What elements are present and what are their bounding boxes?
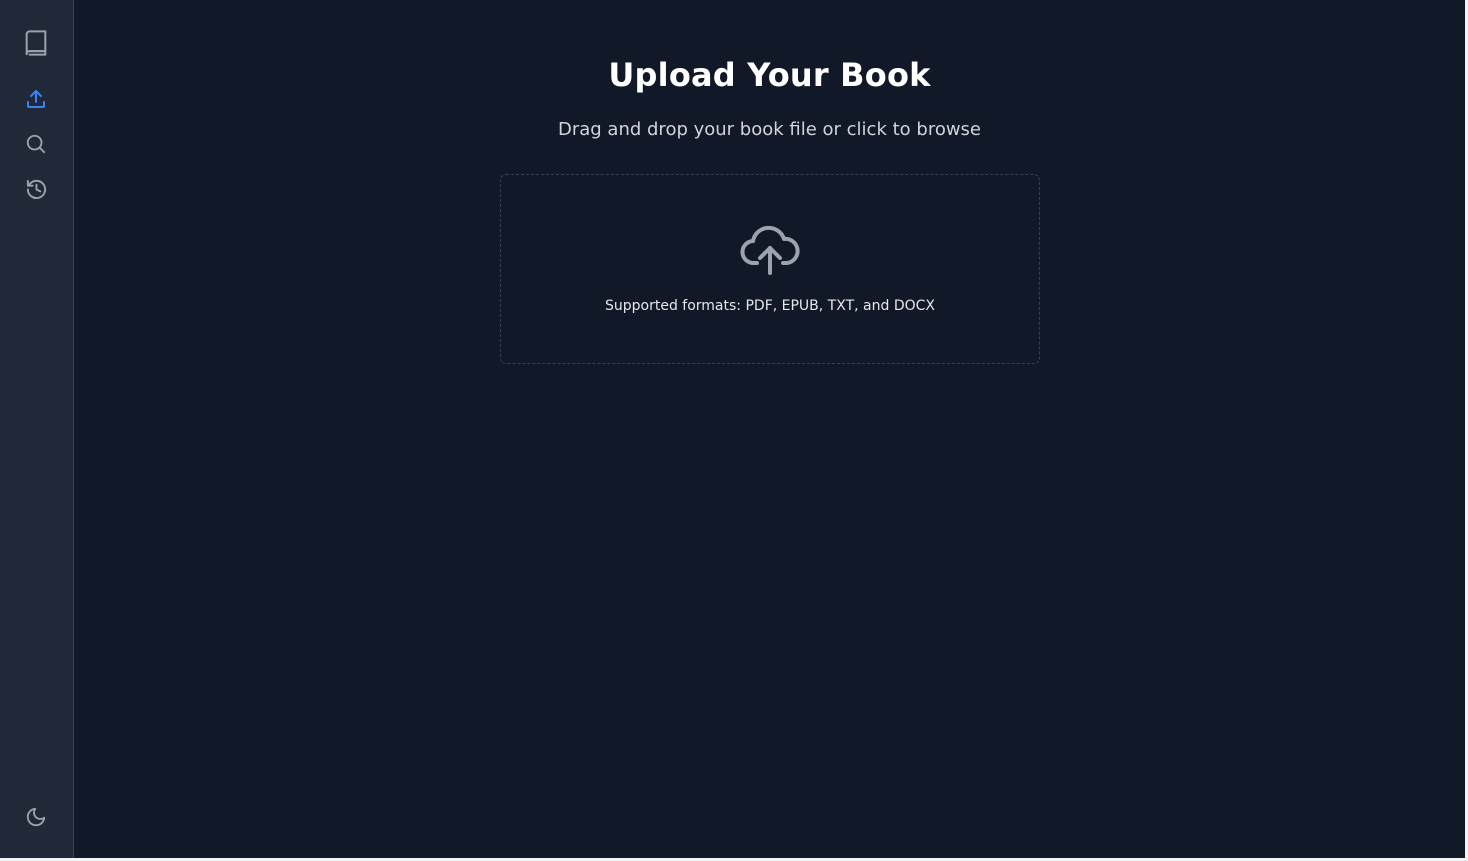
supported-formats-text: Supported formats: PDF, EPUB, TXT, and D… [605, 298, 935, 314]
search-nav-button[interactable] [18, 126, 54, 162]
page-title: Upload Your Book [608, 56, 931, 94]
upload-icon [27, 90, 45, 108]
main-content: Upload Your Book Drag and drop your book… [74, 0, 1465, 858]
search-icon [26, 134, 46, 154]
cloud-upload-icon [740, 223, 800, 279]
file-dropzone[interactable]: Supported formats: PDF, EPUB, TXT, and D… [500, 174, 1040, 364]
theme-toggle-button[interactable] [18, 799, 54, 835]
history-nav-button[interactable] [18, 171, 54, 207]
page-subtitle: Drag and drop your book file or click to… [557, 119, 982, 140]
book-icon[interactable] [18, 25, 54, 61]
sidebar [0, 0, 74, 858]
history-icon [26, 179, 46, 199]
upload-nav-button[interactable] [18, 81, 54, 117]
app-window: Upload Your Book Drag and drop your book… [0, 0, 1468, 861]
moon-icon [26, 807, 46, 827]
